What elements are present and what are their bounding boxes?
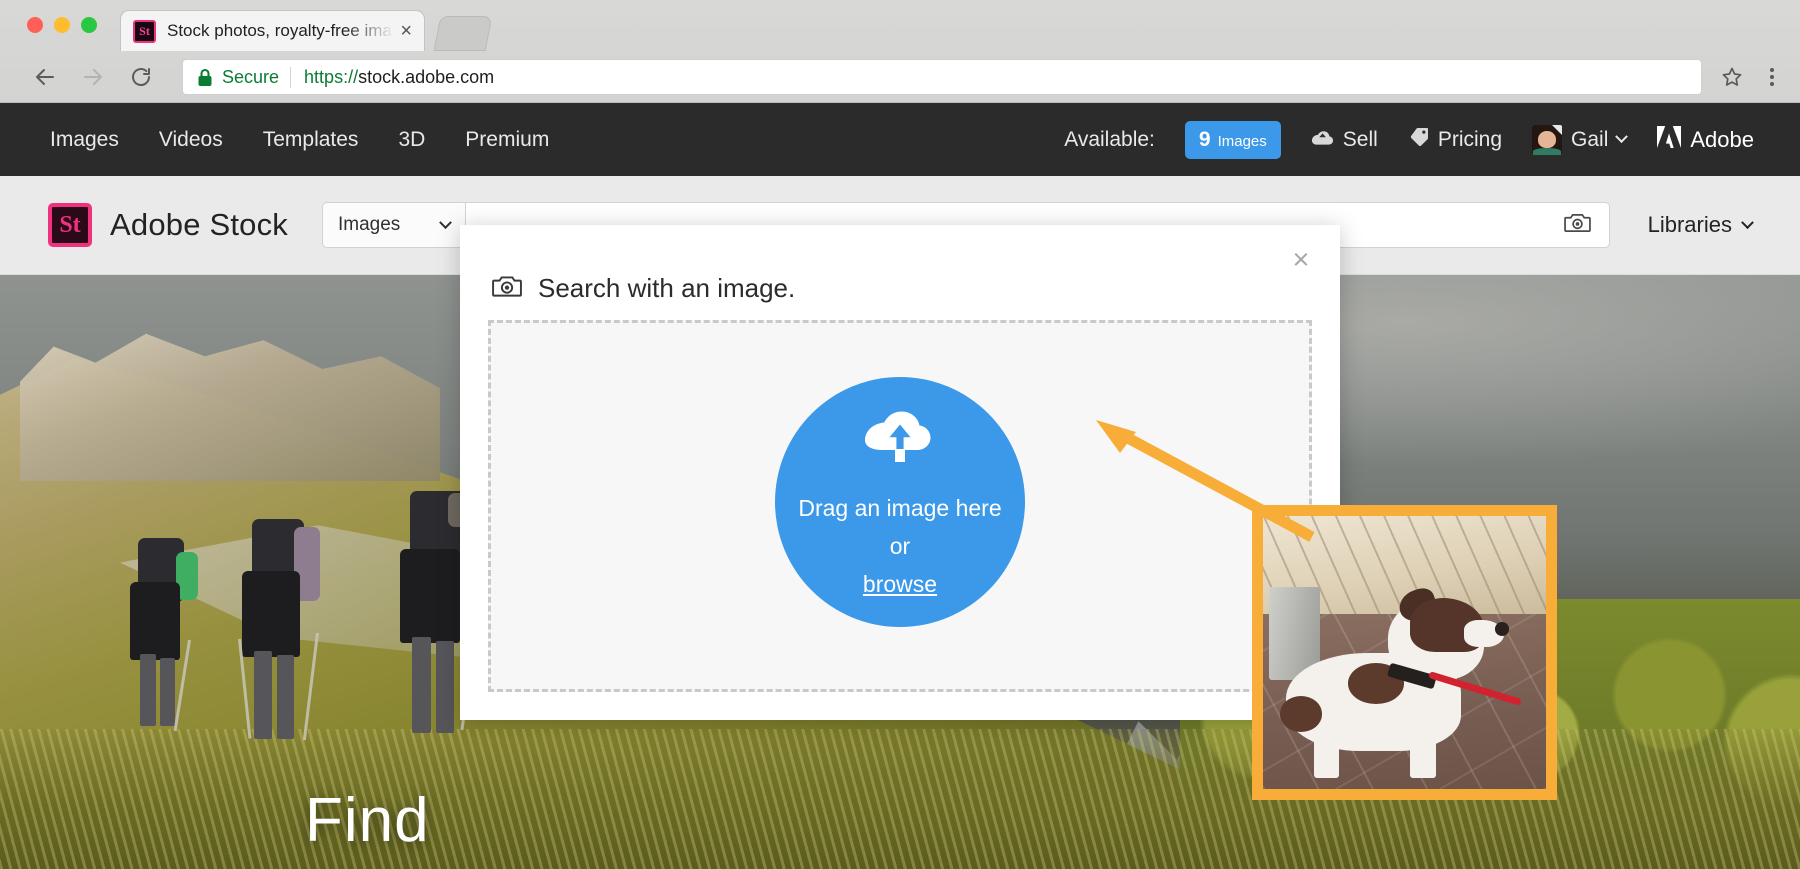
nav-item-images[interactable]: Images: [50, 128, 119, 152]
available-credits-badge[interactable]: 9 Images: [1184, 120, 1281, 159]
user-menu[interactable]: Gail: [1532, 124, 1629, 155]
camera-icon: [492, 273, 522, 304]
modal-title: Search with an image.: [538, 273, 796, 303]
adobe-mark-icon: [1656, 125, 1682, 155]
tab-title: Stock photos, royalty-free ima: [167, 21, 392, 40]
brand-name: Adobe Stock: [110, 207, 288, 242]
avatar: [1532, 124, 1563, 155]
omnibox-divider: [290, 66, 292, 88]
tab-close-icon[interactable]: ×: [400, 21, 412, 41]
hiker-figure: [232, 513, 347, 753]
screenshot-root: St Stock photos, royalty-free ima × Secu…: [0, 0, 1800, 869]
cloud-upload-icon: [862, 406, 938, 473]
adobe-label: Adobe: [1690, 126, 1754, 152]
tab-strip: St Stock photos, royalty-free ima ×: [0, 0, 1800, 51]
chevron-down-icon: [1615, 130, 1629, 144]
security-status-label: Secure: [222, 66, 280, 87]
adobe-nav-actions: Available: 9 Images Sell Pricing Gail Ad…: [1064, 120, 1754, 159]
minimize-window-button[interactable]: [54, 17, 70, 33]
category-select[interactable]: Images: [321, 202, 466, 248]
adobe-stock-brand[interactable]: St Adobe Stock: [48, 203, 288, 247]
new-tab-button[interactable]: [433, 16, 493, 51]
credits-count: 9: [1198, 127, 1211, 151]
nav-item-3d[interactable]: 3D: [398, 128, 425, 152]
nav-item-premium[interactable]: Premium: [465, 128, 549, 152]
close-window-button[interactable]: [27, 17, 43, 33]
user-name-label: Gail: [1571, 127, 1609, 151]
browser-chrome: St Stock photos, royalty-free ima × Secu…: [0, 0, 1800, 103]
adobe-nav-links: Images Videos Templates 3D Premium: [50, 128, 549, 152]
dog-photo-thumbnail[interactable]: [1252, 505, 1557, 800]
adobe-top-nav: Images Videos Templates 3D Premium Avail…: [0, 103, 1800, 176]
reload-icon[interactable]: [122, 58, 160, 96]
url-text: https://stock.adobe.com: [304, 67, 494, 88]
chevron-down-icon: [439, 215, 452, 229]
libraries-menu[interactable]: Libraries: [1647, 212, 1754, 238]
modal-header: Search with an image.: [460, 225, 1340, 304]
maximize-window-button[interactable]: [81, 17, 97, 33]
category-select-value: Images: [337, 214, 401, 235]
image-dropzone[interactable]: Drag an image here or browse: [488, 320, 1312, 692]
hero-headline: Find: [305, 786, 430, 855]
dropzone-circle[interactable]: Drag an image here or browse: [775, 377, 1025, 627]
url-scheme: https://: [304, 66, 359, 87]
pricing-label: Pricing: [1437, 127, 1503, 151]
browse-link[interactable]: browse: [863, 571, 937, 598]
lock-icon: [197, 68, 213, 87]
adobe-stock-logo-icon: St: [48, 203, 92, 247]
tag-icon: [1408, 127, 1429, 152]
star-icon[interactable]: [1720, 65, 1744, 89]
adobe-logo[interactable]: Adobe: [1656, 125, 1754, 155]
forward-arrow-icon: [74, 58, 112, 96]
nav-item-videos[interactable]: Videos: [159, 128, 223, 152]
dog-photo-image: [1263, 516, 1546, 789]
back-arrow-icon[interactable]: [26, 58, 64, 96]
kebab-menu-icon[interactable]: [1770, 68, 1774, 86]
sell-label: Sell: [1342, 127, 1378, 151]
address-bar-row: Secure https://stock.adobe.com: [0, 51, 1800, 103]
available-label: Available:: [1064, 127, 1155, 151]
cloud-icon: [1311, 128, 1334, 152]
url-host: stock.adobe.com: [358, 66, 495, 87]
hiker-figure: [120, 530, 215, 745]
search-with-image-modal: × Search with an image. Drag an image he…: [460, 225, 1340, 720]
chevron-down-icon: [1741, 215, 1754, 229]
credits-unit: Images: [1217, 132, 1267, 150]
dropzone-primary-text: Drag an image here: [798, 495, 1002, 521]
adobe-stock-favicon-icon: St: [133, 19, 156, 43]
camera-search-icon[interactable]: [1563, 211, 1591, 239]
omnibox[interactable]: Secure https://stock.adobe.com: [182, 59, 1702, 95]
dropzone-separator-text: or: [889, 533, 911, 559]
nav-item-pricing[interactable]: Pricing: [1408, 127, 1502, 152]
nav-item-templates[interactable]: Templates: [263, 128, 359, 152]
close-icon[interactable]: ×: [1284, 243, 1318, 277]
libraries-label: Libraries: [1647, 212, 1732, 237]
browser-tab[interactable]: St Stock photos, royalty-free ima ×: [120, 10, 425, 51]
window-traffic-lights[interactable]: [27, 17, 97, 33]
nav-item-sell[interactable]: Sell: [1311, 128, 1378, 152]
